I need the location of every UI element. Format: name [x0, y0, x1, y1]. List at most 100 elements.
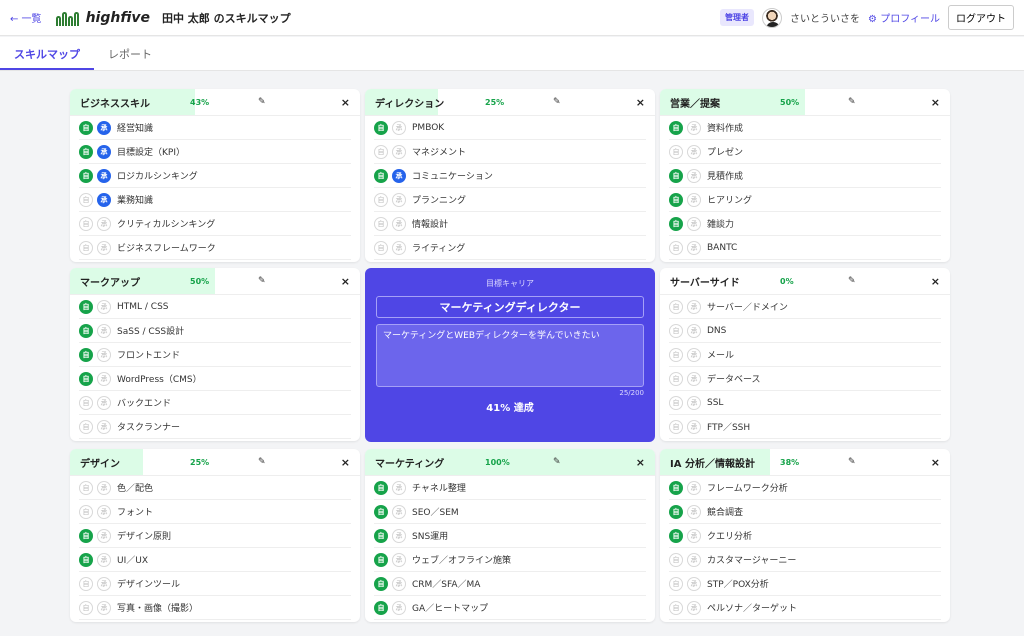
approval-toggle[interactable]: 承: [687, 323, 701, 338]
approval-toggle[interactable]: 承: [97, 240, 111, 255]
approval-toggle[interactable]: 承: [97, 371, 111, 386]
approval-toggle[interactable]: 承: [687, 192, 701, 207]
self-assessment-toggle[interactable]: 自: [669, 419, 683, 434]
self-assessment-toggle[interactable]: 自: [79, 528, 93, 543]
approval-toggle[interactable]: 承: [687, 528, 701, 543]
self-assessment-toggle[interactable]: 自: [374, 552, 388, 567]
approval-toggle[interactable]: 承: [392, 192, 406, 207]
self-assessment-toggle[interactable]: 自: [669, 576, 683, 591]
self-assessment-toggle[interactable]: 自: [79, 419, 93, 434]
approval-toggle[interactable]: 承: [97, 192, 111, 207]
self-assessment-toggle[interactable]: 自: [374, 600, 388, 615]
approval-toggle[interactable]: 承: [392, 576, 406, 591]
close-icon[interactable]: ×: [341, 96, 350, 109]
approval-toggle[interactable]: 承: [687, 576, 701, 591]
approval-toggle[interactable]: 承: [687, 552, 701, 567]
approval-toggle[interactable]: 承: [687, 347, 701, 362]
approval-toggle[interactable]: 承: [687, 480, 701, 495]
close-icon[interactable]: ×: [341, 456, 350, 469]
approval-toggle[interactable]: 承: [392, 240, 406, 255]
approval-toggle[interactable]: 承: [687, 120, 701, 135]
close-icon[interactable]: ×: [931, 96, 940, 109]
self-assessment-toggle[interactable]: 自: [79, 552, 93, 567]
approval-toggle[interactable]: 承: [392, 552, 406, 567]
self-assessment-toggle[interactable]: 自: [669, 600, 683, 615]
self-assessment-toggle[interactable]: 自: [669, 552, 683, 567]
self-assessment-toggle[interactable]: 自: [374, 192, 388, 207]
approval-toggle[interactable]: 承: [97, 144, 111, 159]
approval-toggle[interactable]: 承: [97, 504, 111, 519]
close-icon[interactable]: ×: [931, 275, 940, 288]
tab-report[interactable]: レポート: [94, 37, 166, 70]
edit-icon[interactable]: ✎: [848, 97, 856, 107]
approval-toggle[interactable]: 承: [392, 600, 406, 615]
approval-toggle[interactable]: 承: [392, 120, 406, 135]
approval-toggle[interactable]: 承: [392, 528, 406, 543]
approval-toggle[interactable]: 承: [97, 600, 111, 615]
self-assessment-toggle[interactable]: 自: [669, 120, 683, 135]
self-assessment-toggle[interactable]: 自: [669, 168, 683, 183]
self-assessment-toggle[interactable]: 自: [374, 216, 388, 231]
close-icon[interactable]: ×: [931, 456, 940, 469]
approval-toggle[interactable]: 承: [392, 168, 406, 183]
close-icon[interactable]: ×: [636, 456, 645, 469]
approval-toggle[interactable]: 承: [687, 395, 701, 410]
approval-toggle[interactable]: 承: [687, 371, 701, 386]
self-assessment-toggle[interactable]: 自: [79, 323, 93, 338]
self-assessment-toggle[interactable]: 自: [79, 504, 93, 519]
self-assessment-toggle[interactable]: 自: [374, 480, 388, 495]
close-icon[interactable]: ×: [341, 275, 350, 288]
logout-button[interactable]: ログアウト: [948, 5, 1014, 30]
approval-toggle[interactable]: 承: [97, 323, 111, 338]
approval-toggle[interactable]: 承: [97, 480, 111, 495]
self-assessment-toggle[interactable]: 自: [79, 192, 93, 207]
approval-toggle[interactable]: 承: [392, 144, 406, 159]
approval-toggle[interactable]: 承: [97, 576, 111, 591]
self-assessment-toggle[interactable]: 自: [374, 168, 388, 183]
self-assessment-toggle[interactable]: 自: [374, 576, 388, 591]
self-assessment-toggle[interactable]: 自: [374, 240, 388, 255]
approval-toggle[interactable]: 承: [97, 552, 111, 567]
profile-link[interactable]: ⚙ プロフィール: [868, 10, 940, 25]
edit-icon[interactable]: ✎: [553, 457, 561, 467]
self-assessment-toggle[interactable]: 自: [669, 216, 683, 231]
approval-toggle[interactable]: 承: [687, 299, 701, 314]
career-description-textarea[interactable]: マーケティングとWEBディレクターを学んでいきたい: [376, 324, 644, 387]
self-assessment-toggle[interactable]: 自: [374, 528, 388, 543]
self-assessment-toggle[interactable]: 自: [79, 216, 93, 231]
self-assessment-toggle[interactable]: 自: [669, 371, 683, 386]
approval-toggle[interactable]: 承: [97, 528, 111, 543]
self-assessment-toggle[interactable]: 自: [79, 120, 93, 135]
edit-icon[interactable]: ✎: [258, 276, 266, 286]
approval-toggle[interactable]: 承: [97, 395, 111, 410]
self-assessment-toggle[interactable]: 自: [79, 395, 93, 410]
approval-toggle[interactable]: 承: [687, 504, 701, 519]
self-assessment-toggle[interactable]: 自: [374, 144, 388, 159]
approval-toggle[interactable]: 承: [392, 504, 406, 519]
approval-toggle[interactable]: 承: [687, 144, 701, 159]
approval-toggle[interactable]: 承: [97, 299, 111, 314]
approval-toggle[interactable]: 承: [97, 216, 111, 231]
self-assessment-toggle[interactable]: 自: [79, 576, 93, 591]
edit-icon[interactable]: ✎: [848, 457, 856, 467]
self-assessment-toggle[interactable]: 自: [79, 600, 93, 615]
approval-toggle[interactable]: 承: [687, 168, 701, 183]
tab-skill-map[interactable]: スキルマップ: [0, 37, 94, 70]
edit-icon[interactable]: ✎: [258, 97, 266, 107]
self-assessment-toggle[interactable]: 自: [669, 347, 683, 362]
close-icon[interactable]: ×: [636, 96, 645, 109]
approval-toggle[interactable]: 承: [687, 419, 701, 434]
self-assessment-toggle[interactable]: 自: [669, 528, 683, 543]
self-assessment-toggle[interactable]: 自: [669, 395, 683, 410]
career-title-input[interactable]: マーケティングディレクター: [376, 296, 644, 318]
self-assessment-toggle[interactable]: 自: [79, 347, 93, 362]
self-assessment-toggle[interactable]: 自: [374, 504, 388, 519]
back-to-list-link[interactable]: ← 一覧: [10, 10, 42, 25]
edit-icon[interactable]: ✎: [258, 457, 266, 467]
approval-toggle[interactable]: 承: [97, 120, 111, 135]
approval-toggle[interactable]: 承: [687, 600, 701, 615]
self-assessment-toggle[interactable]: 自: [669, 144, 683, 159]
self-assessment-toggle[interactable]: 自: [669, 192, 683, 207]
self-assessment-toggle[interactable]: 自: [79, 371, 93, 386]
self-assessment-toggle[interactable]: 自: [79, 240, 93, 255]
